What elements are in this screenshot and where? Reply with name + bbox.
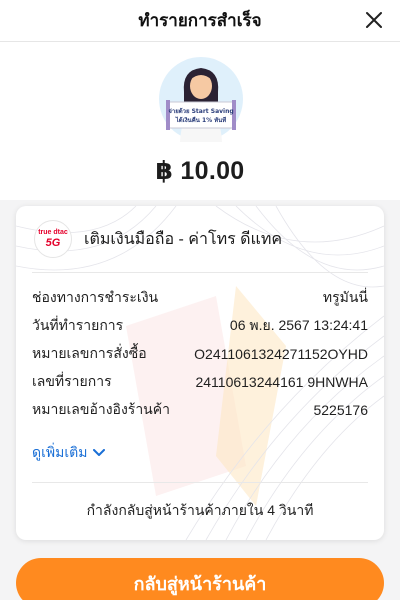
merchant-row: true dtac 5G เติมเงินมือถือ - ค่าโทร ดีแ… <box>16 206 384 272</box>
detail-value: ทรูมันนี่ <box>322 289 368 305</box>
close-icon <box>366 12 382 28</box>
back-to-merchant-label: กลับสู่หน้าร้านค้า <box>133 573 267 594</box>
detail-value: 5225176 <box>313 402 368 418</box>
detail-label: หมายเลขการสั่งซื้อ <box>32 345 147 361</box>
success-hero: จ่ายด้วย Start Saving ได้เงินคืน 1% ทันท… <box>0 42 400 200</box>
page-title: ทำรายการสำเร็จ <box>138 11 262 30</box>
detail-label: หมายเลขอ้างอิงร้านค้า <box>32 401 170 417</box>
show-more-label: ดูเพิ่มเติม <box>32 444 88 460</box>
divider <box>32 482 368 483</box>
app-header: ทำรายการสำเร็จ <box>0 0 400 42</box>
banner-line-2: ได้เงินคืน 1% ทันที <box>175 116 227 124</box>
detail-row-transaction-id: เลขที่รายการ 24110613244161 9HNWHA <box>32 368 368 396</box>
close-button[interactable] <box>362 8 386 32</box>
detail-row-merchant-ref: หมายเลขอ้างอิงร้านค้า 5225176 <box>32 396 368 424</box>
detail-value: 24110613244161 9HNWHA <box>195 374 368 390</box>
detail-row-date: วันที่ทำรายการ 06 พ.ย. 2567 13:24:41 <box>32 312 368 340</box>
merchant-name: เติมเงินมือถือ - ค่าโทร ดีแทค <box>84 230 283 248</box>
merchant-logo: true dtac 5G <box>34 220 72 258</box>
detail-label: ช่องทางการชำระเงิน <box>32 289 159 305</box>
show-more-link[interactable]: ดูเพิ่มเติม <box>32 442 106 464</box>
receipt-card: true dtac 5G เติมเงินมือถือ - ค่าโทร ดีแ… <box>16 206 384 540</box>
redirect-countdown: กำลังกลับสู่หน้าร้านค้าภายใน 4 วินาที <box>86 502 314 518</box>
banner-line-1: จ่ายด้วย Start Saving <box>168 107 233 115</box>
detail-row-order-number: หมายเลขการสั่งซื้อ O2411061324271152OYHD <box>32 340 368 368</box>
detail-label: เลขที่รายการ <box>32 373 112 389</box>
promo-illustration: จ่ายด้วย Start Saving ได้เงินคืน 1% ทันท… <box>159 57 243 142</box>
payment-amount: ฿ 10.00 <box>155 157 245 185</box>
back-to-merchant-button[interactable]: กลับสู่หน้าร้านค้า <box>16 558 384 600</box>
divider <box>32 272 368 273</box>
chevron-down-icon <box>93 449 106 456</box>
detail-value: 06 พ.ย. 2567 13:24:41 <box>229 317 368 333</box>
logo-5g-text: 5G <box>45 237 61 249</box>
transaction-details: ช่องทางการชำระเงิน ทรูมันนี่ วันที่ทำราย… <box>32 284 368 424</box>
detail-row-payment-channel: ช่องทางการชำระเงิน ทรูมันนี่ <box>32 284 368 312</box>
logo-brand-text: true dtac <box>38 229 68 236</box>
detail-label: วันที่ทำรายการ <box>32 317 124 333</box>
detail-value: O2411061324271152OYHD <box>194 346 368 362</box>
